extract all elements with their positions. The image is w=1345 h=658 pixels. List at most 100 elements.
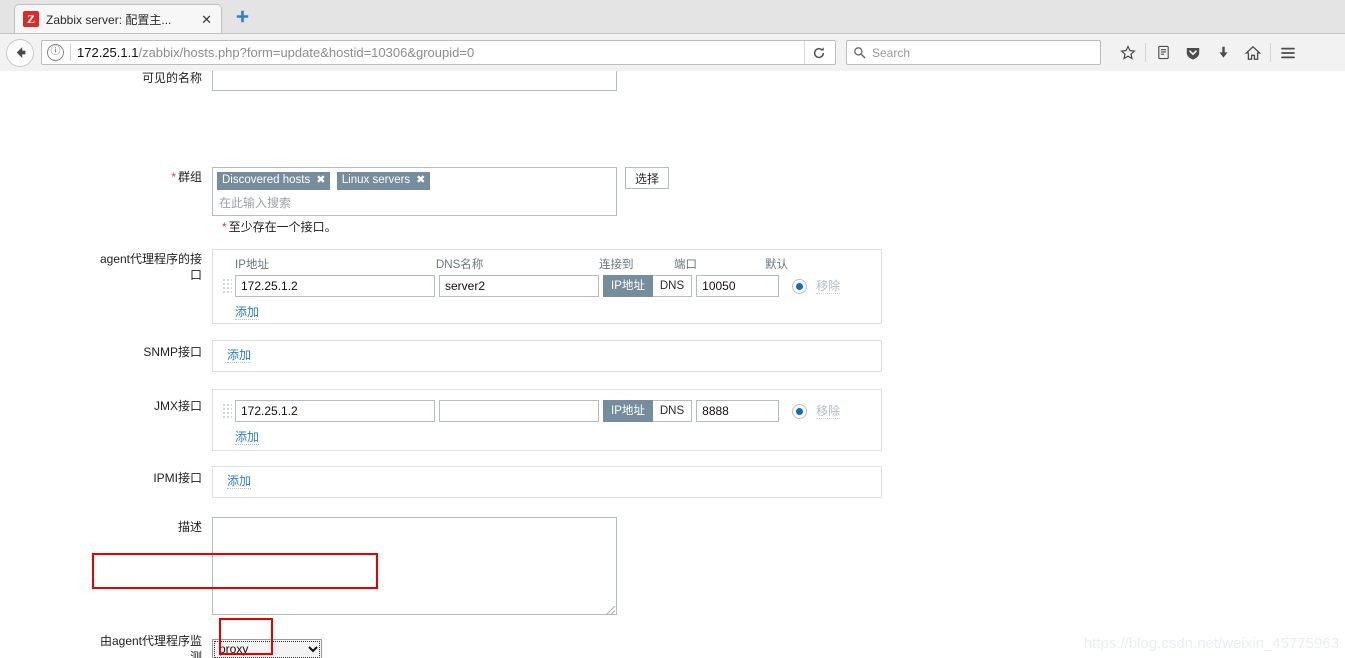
close-icon[interactable]: ✕ bbox=[198, 13, 215, 26]
url-text: 172.25.1.1/zabbix/hosts.php?form=update&… bbox=[77, 45, 474, 60]
browser-chrome: Z Zabbix server: 配置主... ✕ ⓘ 172.25.1.1/z… bbox=[0, 0, 1345, 71]
reader-list-icon[interactable] bbox=[1148, 40, 1178, 66]
browser-tab[interactable]: Z Zabbix server: 配置主... ✕ bbox=[14, 4, 222, 33]
tab-strip: Z Zabbix server: 配置主... ✕ bbox=[0, 0, 1345, 34]
interface-row: IP地址 DNS 移除 bbox=[221, 400, 873, 422]
visible-name-row: 可见的名称 bbox=[90, 71, 617, 91]
required-asterisk: * bbox=[222, 220, 227, 234]
reload-icon[interactable] bbox=[804, 41, 833, 64]
url-path: /zabbix/hosts.php?form=update&hostid=103… bbox=[138, 45, 475, 60]
connect-to-ip-option[interactable]: IP地址 bbox=[603, 275, 653, 297]
chip-remove-icon[interactable]: ✖ bbox=[416, 174, 425, 186]
default-radio[interactable] bbox=[792, 278, 808, 294]
downloads-arrow-icon[interactable] bbox=[1208, 40, 1238, 66]
agent-port-input[interactable] bbox=[696, 275, 780, 297]
description-row: 描述 bbox=[90, 517, 617, 618]
drag-handle-icon[interactable] bbox=[221, 277, 232, 295]
agent-ip-input[interactable] bbox=[235, 275, 435, 297]
jmx-interface-panel: IP地址 DNS 移除 添加 bbox=[212, 389, 882, 451]
interface-row: IP地址 DNS 移除 bbox=[221, 275, 873, 297]
column-header-port: 端口 bbox=[674, 259, 697, 271]
bookmark-star-icon[interactable] bbox=[1113, 40, 1143, 66]
proxy-select[interactable]: proxy bbox=[212, 638, 322, 658]
host-groups-multiselect[interactable]: Discovered hosts ✖ Linux servers ✖ 在此输入搜索 bbox=[212, 167, 617, 216]
group-chip[interactable]: Discovered hosts ✖ bbox=[217, 172, 331, 190]
visible-name-input[interactable] bbox=[212, 71, 617, 91]
description-wrapper bbox=[212, 517, 617, 618]
pocket-shield-icon[interactable] bbox=[1178, 40, 1208, 66]
description-textarea[interactable] bbox=[212, 517, 617, 615]
host-groups-row: * 群组 Discovered hosts ✖ Linux servers ✖ 在此输… bbox=[90, 167, 670, 216]
group-chip-label: Linux servers bbox=[341, 174, 411, 186]
back-button[interactable] bbox=[6, 38, 34, 67]
ipmi-interface-label: IPMI接口 bbox=[153, 471, 202, 485]
site-info-icon[interactable]: ⓘ bbox=[47, 44, 64, 61]
search-placeholder: Search bbox=[872, 45, 911, 60]
url-divider bbox=[70, 44, 71, 61]
snmp-interface-panel: 添加 bbox=[212, 340, 882, 372]
host-groups-label: * 群组 bbox=[90, 167, 212, 185]
agent-remove-link: 移除 bbox=[816, 278, 841, 294]
connect-to-dns-option[interactable]: DNS bbox=[652, 275, 693, 297]
column-header-ip: IP地址 bbox=[235, 259, 269, 271]
home-icon[interactable] bbox=[1238, 40, 1268, 66]
host-groups-search-placeholder[interactable]: 在此输入搜索 bbox=[217, 190, 612, 212]
agent-connect-to-toggle[interactable]: IP地址 DNS bbox=[603, 275, 693, 297]
default-radio[interactable] bbox=[792, 403, 808, 419]
menu-hamburger-icon[interactable] bbox=[1273, 40, 1303, 66]
monitored-by-proxy-label: 由agent代理程序监测 bbox=[99, 634, 202, 658]
select-groups-button[interactable]: 选择 bbox=[625, 167, 670, 189]
ipmi-add-link[interactable]: 添加 bbox=[227, 474, 252, 489]
agent-interface-panel: IP地址 DNS名称 连接到 端口 默认 IP地址 DNS 移除 bbox=[212, 249, 882, 324]
agent-interface-label: agent代理程序的接口 bbox=[99, 252, 202, 282]
description-label: 描述 bbox=[177, 520, 202, 534]
agent-add-link[interactable]: 添加 bbox=[235, 305, 260, 320]
address-bar[interactable]: ⓘ 172.25.1.1/zabbix/hosts.php?form=updat… bbox=[41, 40, 836, 65]
toolbar-divider-2 bbox=[1270, 43, 1271, 62]
visible-name-label: 可见的名称 bbox=[141, 71, 202, 85]
navigation-toolbar: ⓘ 172.25.1.1/zabbix/hosts.php?form=updat… bbox=[0, 34, 1345, 71]
search-icon bbox=[854, 47, 866, 59]
jmx-dns-input[interactable] bbox=[439, 400, 599, 422]
zabbix-favicon-icon: Z bbox=[23, 11, 39, 27]
jmx-port-input[interactable] bbox=[696, 400, 780, 422]
ipmi-interface-panel: 添加 bbox=[212, 466, 882, 498]
column-header-connect-to: 连接到 bbox=[599, 259, 634, 271]
interface-column-headers: IP地址 DNS名称 连接到 端口 默认 bbox=[221, 256, 873, 272]
monitored-by-proxy-row: 由agent代理程序监测 proxy bbox=[90, 633, 322, 658]
interface-required-hint-text: 至少存在一个接口。 bbox=[228, 220, 337, 234]
snmp-add-link[interactable]: 添加 bbox=[227, 348, 252, 363]
jmx-interface-label: JMX接口 bbox=[153, 399, 202, 413]
snmp-interface-row: SNMP接口 添加 bbox=[90, 340, 882, 372]
agent-dns-input[interactable] bbox=[439, 275, 599, 297]
agent-interface-row: agent代理程序的接口 IP地址 DNS名称 连接到 端口 默认 IP地址 D… bbox=[90, 249, 882, 324]
jmx-default-group: 移除 bbox=[792, 403, 841, 419]
connect-to-ip-option[interactable]: IP地址 bbox=[603, 400, 653, 422]
search-bar[interactable]: Search bbox=[846, 40, 1101, 65]
ipmi-interface-row: IPMI接口 添加 bbox=[90, 466, 882, 498]
group-chip[interactable]: Linux servers ✖ bbox=[336, 172, 431, 190]
drag-handle-icon[interactable] bbox=[221, 402, 232, 420]
snmp-interface-label: SNMP接口 bbox=[143, 345, 202, 359]
interface-required-hint: * 至少存在一个接口。 bbox=[222, 218, 337, 235]
chip-remove-icon[interactable]: ✖ bbox=[316, 174, 325, 186]
ipmi-add-row: 添加 bbox=[221, 474, 873, 489]
host-configuration-form: 可见的名称 * 群组 Discovered hosts ✖ Linux server… bbox=[0, 71, 1345, 658]
snmp-add-row: 添加 bbox=[221, 348, 873, 363]
column-header-default: 默认 bbox=[765, 259, 788, 271]
url-host: 172.25.1.1 bbox=[77, 45, 139, 60]
group-chip-label: Discovered hosts bbox=[222, 174, 311, 186]
column-header-dns: DNS名称 bbox=[436, 259, 484, 271]
jmx-connect-to-toggle[interactable]: IP地址 DNS bbox=[603, 400, 693, 422]
tab-title: Zabbix server: 配置主... bbox=[46, 12, 172, 27]
jmx-add-link[interactable]: 添加 bbox=[235, 430, 260, 445]
agent-default-group: 移除 bbox=[792, 278, 841, 294]
connect-to-dns-option[interactable]: DNS bbox=[652, 400, 693, 422]
new-tab-icon[interactable] bbox=[232, 9, 252, 29]
jmx-remove-link: 移除 bbox=[816, 403, 841, 419]
toolbar-icon-group bbox=[1113, 40, 1303, 66]
toolbar-divider bbox=[1145, 43, 1146, 62]
jmx-add-row: 添加 bbox=[221, 430, 873, 445]
watermark: https://blog.csdn.net/weixin_45775963 bbox=[1083, 635, 1339, 652]
jmx-ip-input[interactable] bbox=[235, 400, 435, 422]
